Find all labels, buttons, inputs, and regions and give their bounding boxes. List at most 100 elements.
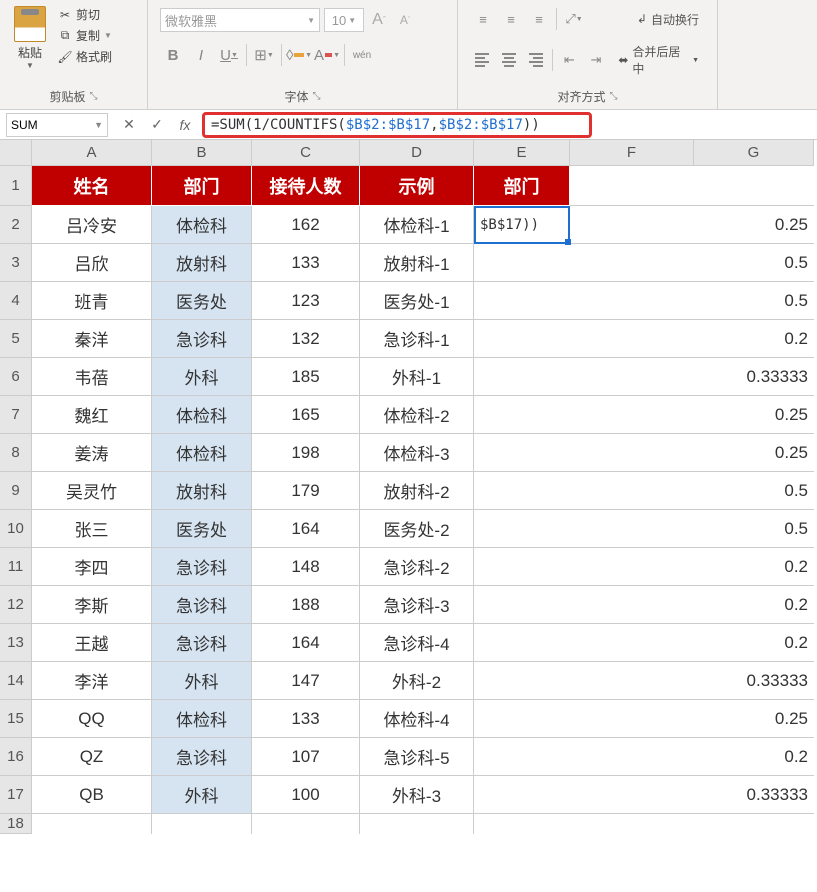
- bold-button[interactable]: B: [160, 42, 186, 68]
- row-header[interactable]: 1: [0, 166, 32, 206]
- empty-cell[interactable]: [474, 472, 570, 510]
- cancel-formula-button[interactable]: ✕: [120, 116, 138, 134]
- count-cell[interactable]: 123: [252, 282, 360, 320]
- empty-cell[interactable]: [694, 166, 814, 206]
- align-bottom-button[interactable]: ≡: [526, 7, 552, 31]
- empty-cell[interactable]: [570, 662, 694, 700]
- dialog-launcher-icon[interactable]: ⤡: [313, 91, 321, 102]
- phonetic-guide-button[interactable]: wén: [349, 42, 375, 68]
- empty-cell[interactable]: [474, 586, 570, 624]
- result-cell[interactable]: 0.33333: [694, 662, 814, 700]
- count-cell[interactable]: 100: [252, 776, 360, 814]
- dept-cell[interactable]: 外科: [152, 776, 252, 814]
- row-header[interactable]: 5: [0, 320, 32, 358]
- row-header[interactable]: 6: [0, 358, 32, 396]
- table-header-cell[interactable]: 接待人数: [252, 166, 360, 206]
- name-cell[interactable]: 吕欣: [32, 244, 152, 282]
- name-cell[interactable]: 秦洋: [32, 320, 152, 358]
- dept-cell[interactable]: 体检科: [152, 434, 252, 472]
- dept-cell[interactable]: 体检科: [152, 206, 252, 244]
- empty-cell[interactable]: [152, 814, 252, 834]
- table-header-cell[interactable]: 部门: [474, 166, 570, 206]
- result-cell[interactable]: 0.2: [694, 586, 814, 624]
- font-color-button[interactable]: A ▼: [314, 42, 340, 68]
- active-cell[interactable]: $B$17)): [474, 206, 570, 244]
- count-cell[interactable]: 132: [252, 320, 360, 358]
- select-all-corner[interactable]: [0, 140, 32, 166]
- count-cell[interactable]: 165: [252, 396, 360, 434]
- formula-bar[interactable]: =SUM(1/COUNTIFS($B$2:$B$17,$B$2:$B$17)): [202, 112, 592, 138]
- dialog-launcher-icon[interactable]: ⤡: [610, 91, 618, 102]
- empty-cell[interactable]: [474, 548, 570, 586]
- row-header[interactable]: 2: [0, 206, 32, 244]
- example-cell[interactable]: 体检科-3: [360, 434, 474, 472]
- empty-cell[interactable]: [570, 358, 694, 396]
- name-cell[interactable]: 韦蓓: [32, 358, 152, 396]
- orientation-button[interactable]: ⤢▼: [561, 7, 587, 31]
- dialog-launcher-icon[interactable]: ⤡: [90, 91, 98, 102]
- result-cell[interactable]: 0.2: [694, 624, 814, 662]
- empty-cell[interactable]: [474, 510, 570, 548]
- row-header[interactable]: 16: [0, 738, 32, 776]
- increase-indent-button[interactable]: ⇥: [584, 48, 609, 72]
- chevron-down-icon[interactable]: ▼: [26, 61, 34, 70]
- count-cell[interactable]: 164: [252, 624, 360, 662]
- result-cell[interactable]: 0.25: [694, 206, 814, 244]
- name-cell[interactable]: 吕冷安: [32, 206, 152, 244]
- column-header[interactable]: B: [152, 140, 252, 166]
- dept-cell[interactable]: 医务处: [152, 510, 252, 548]
- dept-cell[interactable]: 放射科: [152, 244, 252, 282]
- count-cell[interactable]: 148: [252, 548, 360, 586]
- empty-cell[interactable]: [570, 166, 694, 206]
- dept-cell[interactable]: 外科: [152, 662, 252, 700]
- example-cell[interactable]: 外科-1: [360, 358, 474, 396]
- result-cell[interactable]: 0.5: [694, 472, 814, 510]
- example-cell[interactable]: 急诊科-4: [360, 624, 474, 662]
- underline-button[interactable]: U▼: [216, 42, 242, 68]
- empty-cell[interactable]: [252, 814, 360, 834]
- enter-formula-button[interactable]: ✓: [148, 116, 166, 134]
- format-painter-button[interactable]: 🖌 格式刷: [58, 48, 112, 65]
- example-cell[interactable]: 医务处-1: [360, 282, 474, 320]
- align-middle-button[interactable]: ≡: [498, 7, 524, 31]
- empty-cell[interactable]: [360, 814, 474, 834]
- name-cell[interactable]: 李四: [32, 548, 152, 586]
- example-cell[interactable]: 急诊科-3: [360, 586, 474, 624]
- dept-cell[interactable]: 急诊科: [152, 320, 252, 358]
- empty-cell[interactable]: [474, 814, 570, 834]
- count-cell[interactable]: 147: [252, 662, 360, 700]
- empty-cell[interactable]: [474, 244, 570, 282]
- align-left-button[interactable]: [470, 48, 495, 72]
- row-header[interactable]: 3: [0, 244, 32, 282]
- row-header[interactable]: 14: [0, 662, 32, 700]
- count-cell[interactable]: 162: [252, 206, 360, 244]
- dept-cell[interactable]: 急诊科: [152, 586, 252, 624]
- empty-cell[interactable]: [570, 434, 694, 472]
- result-cell[interactable]: 0.5: [694, 244, 814, 282]
- row-header[interactable]: 12: [0, 586, 32, 624]
- name-box[interactable]: SUM ▼: [6, 113, 108, 137]
- example-cell[interactable]: 外科-2: [360, 662, 474, 700]
- empty-cell[interactable]: [570, 586, 694, 624]
- row-header[interactable]: 4: [0, 282, 32, 320]
- table-header-cell[interactable]: 部门: [152, 166, 252, 206]
- example-cell[interactable]: 放射科-2: [360, 472, 474, 510]
- column-header[interactable]: C: [252, 140, 360, 166]
- empty-cell[interactable]: [570, 700, 694, 738]
- row-header[interactable]: 18: [0, 814, 32, 834]
- example-cell[interactable]: 体检科-2: [360, 396, 474, 434]
- example-cell[interactable]: 体检科-1: [360, 206, 474, 244]
- name-cell[interactable]: 姜涛: [32, 434, 152, 472]
- dept-cell[interactable]: 医务处: [152, 282, 252, 320]
- empty-cell[interactable]: [570, 472, 694, 510]
- empty-cell[interactable]: [570, 738, 694, 776]
- result-cell[interactable]: 0.5: [694, 282, 814, 320]
- empty-cell[interactable]: [570, 244, 694, 282]
- count-cell[interactable]: 188: [252, 586, 360, 624]
- copy-button[interactable]: ⧉ 复制 ▼: [58, 27, 112, 44]
- empty-cell[interactable]: [474, 662, 570, 700]
- empty-cell[interactable]: [474, 358, 570, 396]
- empty-cell[interactable]: [474, 700, 570, 738]
- align-top-button[interactable]: ≡: [470, 7, 496, 31]
- example-cell[interactable]: 急诊科-2: [360, 548, 474, 586]
